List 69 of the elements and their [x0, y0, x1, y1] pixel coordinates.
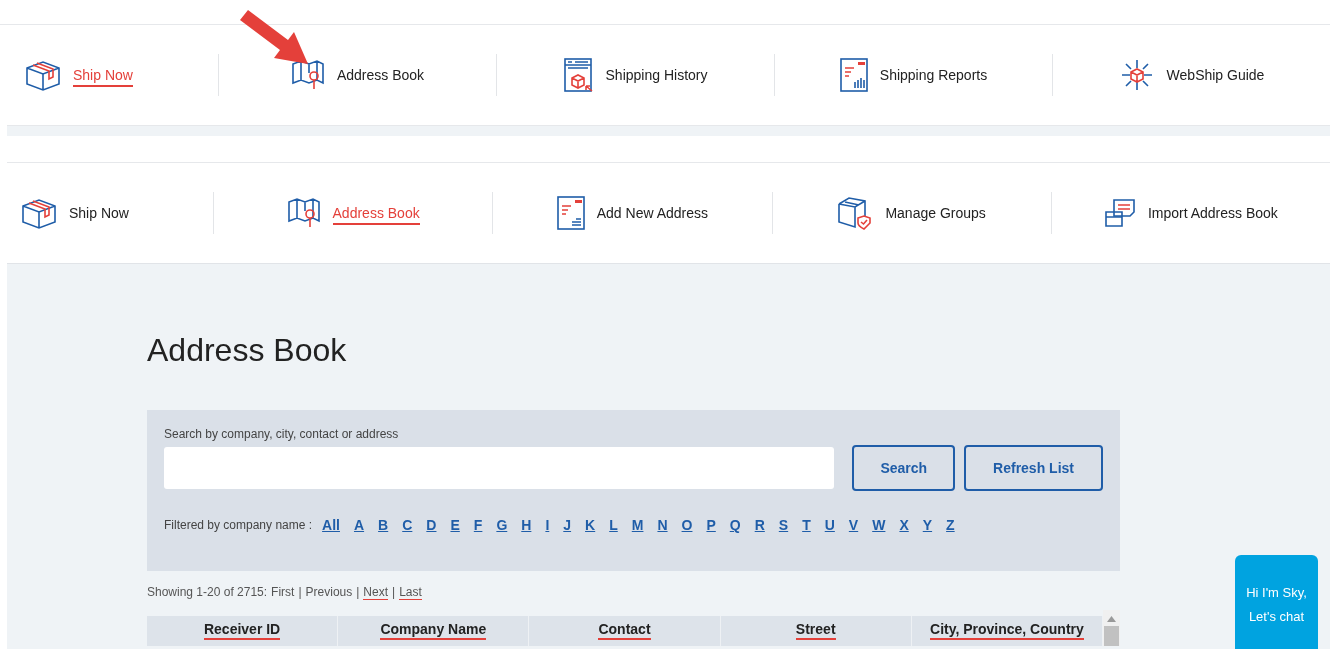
page-label: Previous: [305, 585, 353, 600]
letter-link[interactable]: Z: [946, 517, 955, 533]
page-link[interactable]: Next: [363, 585, 389, 600]
nav-tab[interactable]: Add New Address: [556, 196, 708, 230]
box-icon: [21, 197, 57, 229]
map-pin-icon: [286, 197, 321, 229]
pointer-arrow: [238, 8, 310, 66]
letter-link[interactable]: Q: [729, 517, 741, 533]
letter-link[interactable]: M: [631, 517, 644, 533]
search-label: Search by company, city, contact or address: [164, 427, 399, 441]
map-pin-icon: [290, 59, 325, 91]
letter-link[interactable]: All: [322, 517, 340, 533]
letter-link[interactable]: Y: [922, 517, 933, 533]
letter-link[interactable]: H: [521, 517, 532, 533]
nav-tab[interactable]: Shipping Reports: [839, 58, 988, 92]
scroll-up-icon[interactable]: [1107, 616, 1116, 622]
column-header: Street: [720, 616, 912, 646]
letter-link[interactable]: T: [802, 517, 811, 533]
nav-tab[interactable]: Import Address Book: [1103, 198, 1278, 228]
letter-link[interactable]: B: [378, 517, 389, 533]
search-field[interactable]: [164, 447, 835, 489]
filter-label: Filtered by company name :: [164, 518, 313, 532]
nav-tab[interactable]: Address Book: [290, 59, 425, 91]
letter-link[interactable]: O: [681, 517, 693, 533]
letter-link[interactable]: S: [778, 517, 789, 533]
box-shield-icon: [837, 196, 874, 230]
separator-text: |: [392, 585, 396, 600]
letter-link[interactable]: A: [353, 517, 365, 533]
nav-tab[interactable]: WebShip Guide: [1118, 57, 1265, 93]
page-label: First: [271, 585, 295, 600]
search-button[interactable]: Search: [852, 445, 956, 491]
letter-link[interactable]: X: [899, 517, 909, 533]
letter-link[interactable]: G: [496, 517, 508, 533]
chat-button[interactable]: Hi I'm Sky, Let's chat: [1235, 555, 1318, 649]
import-icon: [1103, 198, 1136, 228]
letter-link[interactable]: R: [754, 517, 765, 533]
window-box-icon: [563, 58, 594, 92]
box-icon: [25, 59, 61, 91]
column-header: Receiver ID: [147, 616, 339, 646]
nav-tab[interactable]: Manage Groups: [837, 196, 986, 230]
letter-link[interactable]: K: [585, 517, 596, 533]
letter-link[interactable]: D: [426, 517, 437, 533]
column-header: Contact: [529, 616, 721, 646]
column-header: City, Province, Country: [911, 616, 1103, 646]
refresh-button[interactable]: Refresh List: [964, 445, 1103, 491]
letter-link[interactable]: W: [872, 517, 886, 533]
letter-link[interactable]: N: [657, 517, 668, 533]
column-header: Company Name: [338, 616, 530, 646]
letter-link[interactable]: C: [402, 517, 413, 533]
page-title: Address Book: [147, 331, 347, 370]
letter-link[interactable]: J: [563, 517, 572, 533]
pagination-text: Showing 1-20 of 2715:: [147, 585, 268, 600]
nav-tab[interactable]: Shipping History: [563, 58, 708, 92]
nav-tab[interactable]: Address Book: [286, 197, 420, 229]
separator-text: |: [356, 585, 360, 600]
document-icon: [556, 196, 585, 230]
letter-link[interactable]: U: [824, 517, 835, 533]
letter-link[interactable]: E: [450, 517, 460, 533]
separator-text: |: [298, 585, 302, 600]
nav-tab[interactable]: Ship Now: [21, 197, 129, 229]
letter-link[interactable]: V: [848, 517, 859, 533]
scrollbar[interactable]: [1103, 610, 1120, 646]
page-link[interactable]: Last: [399, 585, 422, 600]
letter-link[interactable]: F: [473, 517, 483, 533]
letter-link[interactable]: P: [706, 517, 716, 533]
letter-link[interactable]: L: [609, 517, 618, 533]
report-icon: [839, 58, 868, 92]
nav-tab[interactable]: Ship Now: [25, 59, 133, 91]
letter-link[interactable]: I: [545, 517, 550, 533]
